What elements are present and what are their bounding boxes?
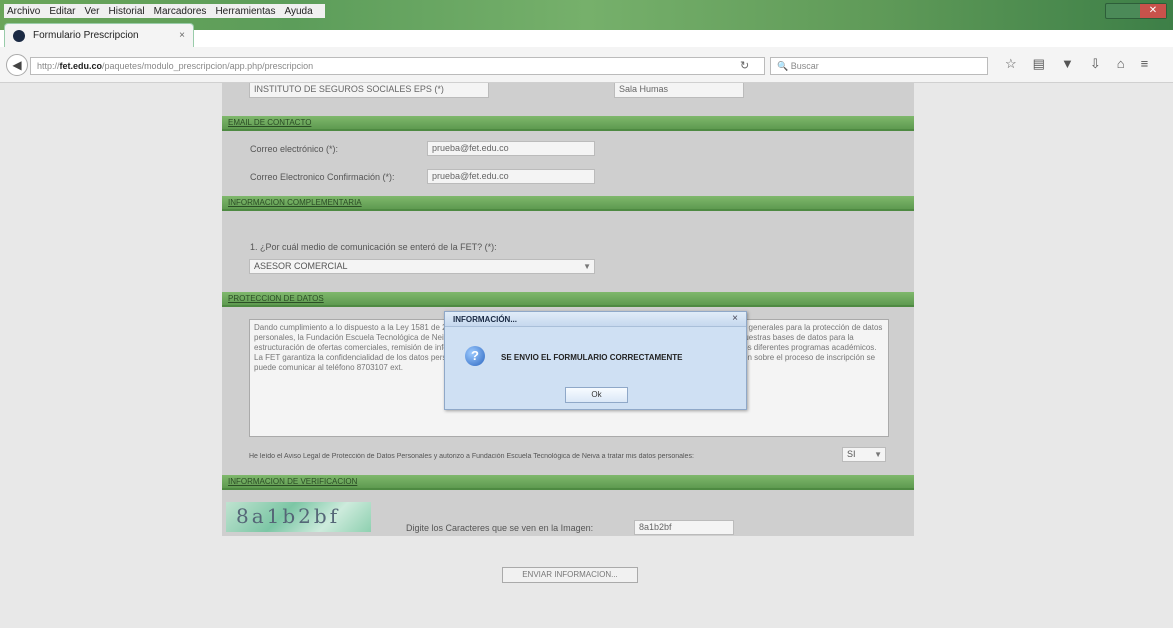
accept-label: He leído el Aviso Legal de Protección de… [249,453,694,460]
section-data-protection-title: PROTECCION DE DATOS [228,294,324,303]
section-email-title: EMAIL DE CONTACTO [228,118,312,127]
email-confirm-field[interactable]: prueba@fet.edu.co [427,169,595,184]
accept-select-value: SI [847,449,856,459]
info-dialog: INFORMACIÓN... × ? SE ENVIO EL FORMULARI… [444,311,747,410]
bookmark-star-icon[interactable]: ☆ [1005,56,1017,72]
search-placeholder: Buscar [790,61,819,71]
url-prefix: http:// [37,61,60,71]
section-verification-title: INFORMACION DE VERIFICACION [228,477,358,486]
chevron-down-icon: ▼ [874,450,882,459]
search-input[interactable]: 🔍 Buscar [770,57,988,75]
accept-select[interactable]: SI ▼ [842,447,886,462]
menu-historial[interactable]: Historial [109,6,145,17]
media-select-value: ASESOR COMERCIAL [254,261,348,271]
dialog-title: INFORMACIÓN... [453,315,517,324]
section-verification: INFORMACION DE VERIFICACION [222,475,914,490]
question-icon: ? [465,346,485,366]
captcha-label: Digite los Caracteres que se ven en la I… [406,523,594,533]
menu-marcadores[interactable]: Marcadores [154,6,207,17]
downloads-icon[interactable]: ⇩ [1090,56,1101,72]
menu-ver[interactable]: Ver [84,6,99,17]
sede-field[interactable]: Sala Humas [614,83,744,98]
url-path: /paquetes/modulo_prescripcion/app.php/pr… [102,61,314,71]
captcha-image: 8a1b2bf [226,502,371,532]
email-label: Correo electrónico (*): [250,144,339,154]
new-tab-button[interactable]: + [201,29,209,45]
menu-ayuda[interactable]: Ayuda [284,6,312,17]
window-controls: ✕ [1105,3,1167,19]
bookmarks-menu-icon[interactable]: ▤ [1033,56,1045,72]
browser-tab[interactable]: Formulario Prescripcion × [4,23,194,47]
url-bar[interactable]: http://fet.edu.co/paquetes/modulo_prescr… [30,57,765,75]
dialog-close-icon[interactable]: × [732,313,738,324]
media-select[interactable]: ASESOR COMERCIAL ▼ [249,259,595,274]
section-email: EMAIL DE CONTACTO [222,116,914,131]
send-button[interactable]: ENVIAR INFORMACION... [502,567,638,583]
reload-icon[interactable]: ↻ [740,59,749,72]
toolbar-icons: ☆ ▤ ▼ ⇩ ⌂ ≡ [1005,56,1148,72]
hamburger-menu-icon[interactable]: ≡ [1141,56,1149,72]
navigation-bar: ◀ http://fet.edu.co/paquetes/modulo_pres… [0,47,1173,83]
back-button[interactable]: ◀ [6,54,28,76]
email-field[interactable]: prueba@fet.edu.co [427,141,595,156]
chevron-down-icon: ▼ [583,262,591,271]
tab-title: Formulario Prescripcion [33,30,139,41]
section-complementary: INFORMACION COMPLEMENTARIA [222,196,914,211]
menu-herramientas[interactable]: Herramientas [215,6,275,17]
home-icon[interactable]: ⌂ [1117,56,1125,72]
favicon-icon [13,29,25,42]
url-domain: fet.edu.co [59,61,103,71]
window-close-button[interactable]: ✕ [1140,4,1166,18]
pocket-icon[interactable]: ▼ [1061,56,1074,72]
form-container: INSTITUTO DE SEGUROS SOCIALES EPS (*) Sa… [222,83,914,536]
dialog-titlebar: INFORMACIÓN... × [445,312,746,327]
menu-archivo[interactable]: Archivo [7,6,40,17]
tab-close-icon[interactable]: × [179,30,185,41]
captcha-input[interactable]: 8a1b2bf [634,520,734,535]
ok-button[interactable]: Ok [565,387,628,403]
question-label: 1. ¿Por cuál medio de comunicación se en… [250,242,497,252]
section-complementary-title: INFORMACION COMPLEMENTARIA [228,198,362,207]
eps-field[interactable]: INSTITUTO DE SEGUROS SOCIALES EPS (*) [249,83,489,98]
section-data-protection: PROTECCION DE DATOS [222,292,914,307]
dialog-message: SE ENVIO EL FORMULARIO CORRECTAMENTE [501,353,683,362]
menu-editar[interactable]: Editar [49,6,75,17]
menu-bar: Archivo Editar Ver Historial Marcadores … [4,4,325,18]
email-confirm-label: Correo Electronico Confirmación (*): [250,172,395,182]
